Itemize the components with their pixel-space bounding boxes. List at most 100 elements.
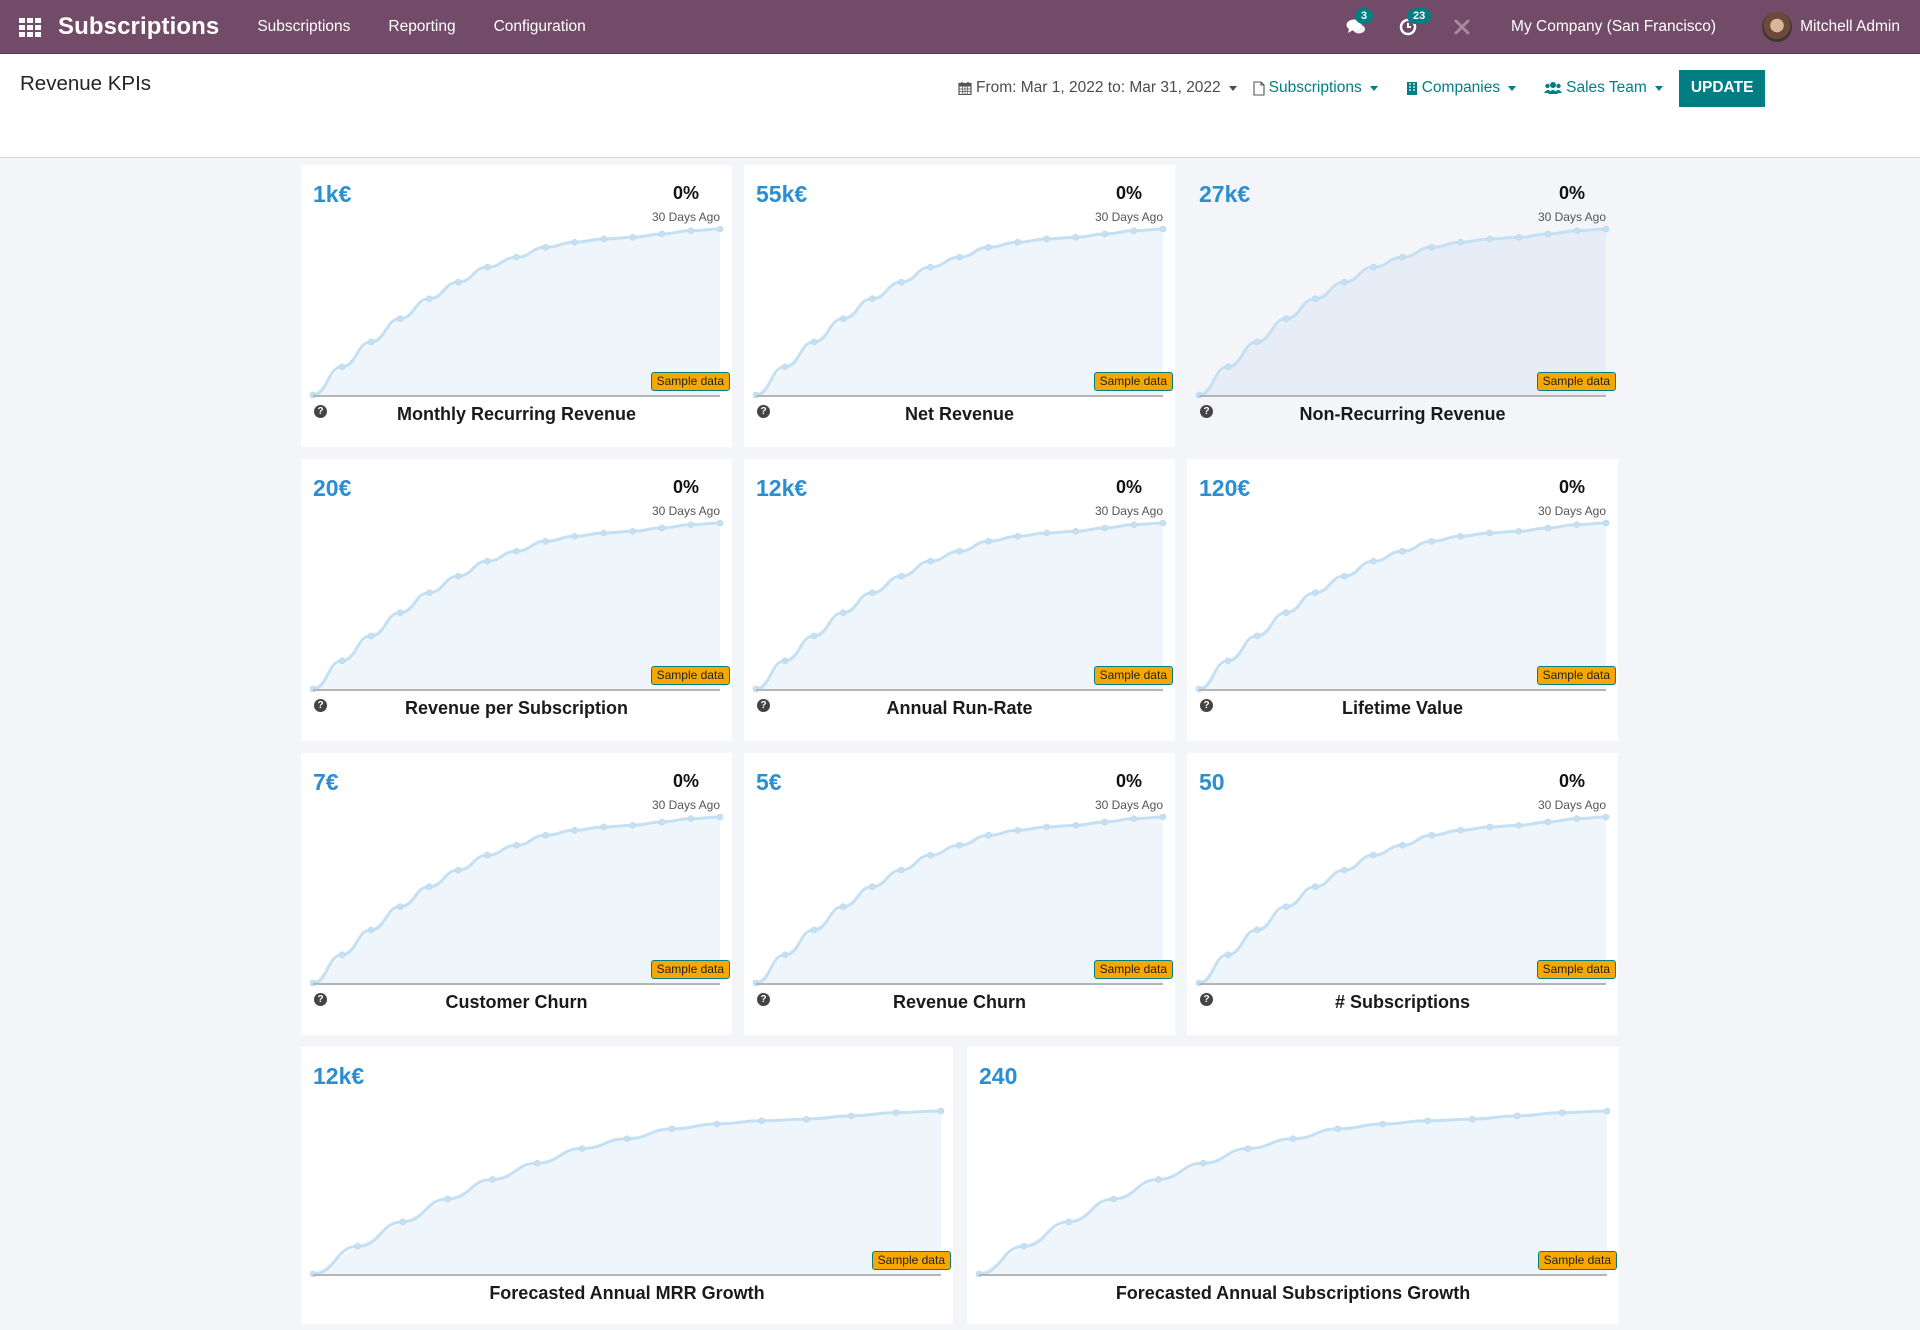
subscriptions-filter[interactable]: Subscriptions [1253, 79, 1378, 97]
kpi-card-customer-churn[interactable]: 7€ 0% 30 Days Ago Sample data? Customer Chur… [301, 753, 732, 1035]
sample-data-badge: Sample data [650, 372, 730, 391]
kpi-label: Customer Churn [445, 992, 588, 1012]
companies-filter-label: Companies [1421, 79, 1501, 96]
kpi-trend-percent: 0% [672, 771, 699, 791]
control-panel: Revenue KPIs From: Mar 1, 2022 to: Mar 3… [0, 54, 1920, 158]
sparkline-point [868, 883, 876, 891]
sparkline-point [425, 295, 433, 303]
sparkline-point [1043, 529, 1051, 537]
kpi-card-annual-run-rate[interactable]: 12k€ 0% 30 Days Ago Sample data? Annual Run-… [744, 459, 1175, 741]
sparkline-point [1486, 529, 1494, 537]
apps-menu-icon[interactable] [19, 17, 41, 37]
sparkline-point [1072, 234, 1080, 241]
kpi-card-monthly-recurring-revenue[interactable]: 1k€ 0% 30 Days Ago Sample data? Monthly Recu… [301, 165, 732, 447]
activities-button[interactable]: 23 [1397, 8, 1432, 38]
main-menu: Subscriptions Reporting Configuration [257, 18, 623, 36]
kpi-label: Non-Recurring Revenue [1299, 404, 1506, 424]
sparkline-point [354, 1242, 362, 1250]
kpi-card-lifetime-value[interactable]: 120€ 0% 30 Days Ago Sample data? Lifetime Va… [1187, 459, 1618, 741]
sparkline-point [1428, 537, 1435, 545]
sparkline-chart [309, 225, 724, 399]
menu-subscriptions[interactable]: Subscriptions [257, 18, 350, 36]
kpi-card-revenue-per-subscription[interactable]: 20€ 0% 30 Days Ago Sample data? Revenue per … [301, 459, 732, 741]
sparkline-point [338, 951, 346, 959]
kpi-label: Annual Run-Rate [886, 698, 1033, 718]
sparkline-chart [309, 1107, 945, 1278]
chevron-down-icon [1369, 86, 1378, 91]
sparkline-point [489, 1176, 496, 1183]
sparkline-point [1014, 826, 1021, 834]
kpi-trend-percent: 0% [1558, 183, 1585, 203]
sparkline-point [1199, 1159, 1207, 1167]
sparkline-point [425, 589, 433, 597]
kpi-trend: 0% 30 Days Ago [1538, 771, 1606, 812]
sample-data-badge: Sample data [1537, 1251, 1617, 1270]
menu-configuration[interactable]: Configuration [494, 18, 586, 36]
user-menu[interactable]: Mitchell Admin [1762, 12, 1900, 42]
menu-reporting[interactable]: Reporting [388, 18, 455, 36]
sparkline-point [1065, 1218, 1073, 1226]
sparkline-point [781, 951, 789, 959]
sparkline-point [571, 238, 578, 246]
sparkline-point [937, 1107, 945, 1115]
user-avatar [1762, 12, 1793, 42]
sparkline-point [1130, 815, 1138, 822]
sparkline-point [1602, 225, 1610, 233]
sparkline-point [1282, 609, 1290, 616]
sparkline-point [803, 1115, 810, 1123]
sparkline-area [756, 523, 1163, 689]
forecast-label: Forecasted Annual Subscriptions Growth [1115, 1283, 1471, 1303]
sparkline-chart [1195, 813, 1610, 987]
sparkline-area [313, 817, 720, 983]
kpi-trend: 0% 30 Days Ago [1538, 477, 1606, 518]
kpi-value: 27k€ [1199, 181, 1251, 207]
sparkline-point [868, 295, 876, 303]
sparkline-point [1515, 528, 1523, 535]
update-button[interactable]: UPDATE [1678, 69, 1766, 107]
kpi-trend-period: 30 Days Ago [1537, 798, 1606, 812]
forecast-value: 240 [979, 1063, 1018, 1089]
sparkline-point [1130, 521, 1138, 528]
sparkline-point [1428, 243, 1435, 251]
kpi-value: 1k€ [313, 181, 352, 207]
company-switcher[interactable]: My Company (San Francisco) [1511, 18, 1716, 36]
sparkline-point [1072, 822, 1080, 829]
kpi-trend-percent: 0% [672, 183, 699, 203]
sparkline-chart [752, 519, 1167, 693]
sample-data-badge: Sample data [1093, 666, 1173, 685]
sparkline-point [338, 363, 346, 371]
sparkline-point [927, 851, 934, 859]
sparkline-point [1515, 822, 1523, 829]
forecast-card-forecasted-annual-subscriptions-growth[interactable]: 240 Sample data Forecasted Annual Subscrip… [967, 1047, 1619, 1324]
kpi-card-net-revenue[interactable]: 55k€ 0% 30 Days Ago Sample data? Net Revenue [744, 165, 1175, 447]
kpi-label: Lifetime Value [1341, 698, 1464, 718]
debug-tools-button[interactable] [1451, 16, 1473, 38]
sparkline-point [1130, 227, 1138, 234]
sparkline-point [484, 557, 491, 565]
sparkline-point [898, 572, 905, 580]
app-title[interactable]: Subscriptions [58, 13, 219, 41]
sparkline-point [542, 243, 549, 251]
forecast-card-forecasted-annual-mrr-growth[interactable]: 12k€ Sample data Forecasted Annual MRR Gro… [301, 1047, 953, 1324]
sparkline-point [1043, 235, 1051, 243]
companies-filter[interactable]: Companies [1406, 79, 1517, 97]
sparkline-point [927, 263, 934, 271]
kpi-card-revenue-churn[interactable]: 5€ 0% 30 Days Ago Sample data? Revenue Churn [744, 753, 1175, 1035]
kpi-card-non-recurring-revenue[interactable]: 27k€ 0% 30 Days Ago Sample data? Non-Recurri… [1187, 165, 1618, 447]
kpi-card-subscriptions[interactable]: 50 0% 30 Days Ago Sample data? # Subscriptio… [1187, 753, 1618, 1035]
sparkline-point [839, 903, 847, 910]
messages-button[interactable]: 3 [1345, 8, 1374, 38]
user-name: Mitchell Admin [1800, 18, 1900, 35]
sparkline-point [1457, 532, 1464, 540]
subscriptions-filter-label: Subscriptions [1268, 79, 1362, 96]
kpi-trend-percent: 0% [1558, 477, 1585, 497]
sales-team-filter[interactable]: Sales Team [1544, 79, 1663, 97]
kpi-trend: 0% 30 Days Ago [1095, 477, 1163, 518]
sparkline-point [810, 632, 818, 640]
sample-data-badge: Sample data [1536, 372, 1616, 391]
sparkline-point [396, 903, 404, 910]
date-range-filter[interactable]: From: Mar 1, 2022 to: Mar 31, 2022 [958, 79, 1237, 97]
sparkline-point [399, 1218, 407, 1226]
kpi-trend: 0% 30 Days Ago [1095, 183, 1163, 224]
page-title: Revenue KPIs [20, 72, 152, 95]
